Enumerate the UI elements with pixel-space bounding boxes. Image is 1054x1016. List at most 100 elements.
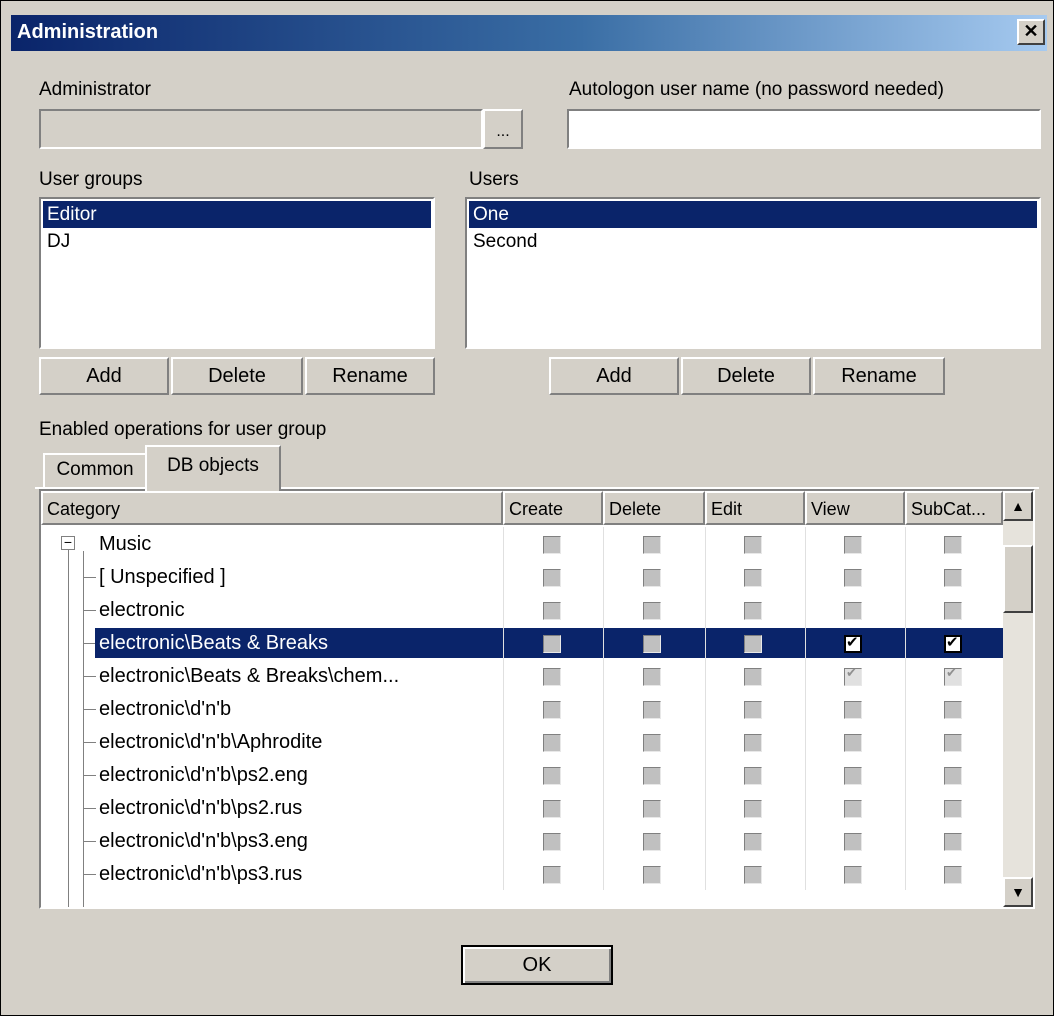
column-header-category[interactable]: Category bbox=[41, 491, 503, 525]
column-divider bbox=[603, 593, 604, 626]
delete-checkbox[interactable] bbox=[643, 569, 661, 587]
user-groups-add-button[interactable]: Add bbox=[39, 357, 169, 395]
edit-checkbox[interactable] bbox=[744, 536, 762, 554]
edit-checkbox[interactable] bbox=[744, 866, 762, 884]
delete-checkbox[interactable] bbox=[643, 866, 661, 884]
user-item[interactable]: One bbox=[469, 201, 1037, 228]
delete-checkbox[interactable] bbox=[643, 635, 661, 653]
user-groups-delete-button[interactable]: Delete bbox=[171, 357, 303, 395]
user-item[interactable]: Second bbox=[469, 228, 1037, 255]
create-checkbox[interactable] bbox=[543, 668, 561, 686]
subcat-checkbox[interactable] bbox=[944, 602, 962, 620]
grid-row[interactable]: [ Unspecified ] bbox=[41, 560, 1005, 593]
close-button[interactable]: ✕ bbox=[1017, 19, 1045, 45]
delete-checkbox[interactable] bbox=[643, 668, 661, 686]
edit-checkbox[interactable] bbox=[744, 701, 762, 719]
subcat-checkbox[interactable] bbox=[944, 833, 962, 851]
edit-checkbox[interactable] bbox=[744, 833, 762, 851]
ok-button[interactable]: OK bbox=[461, 945, 613, 985]
grid-row[interactable]: electronic\Beats & Breaks bbox=[41, 626, 1007, 659]
grid-row[interactable]: electronic\d'n'b\ps3.eng bbox=[41, 824, 1005, 857]
grid-row[interactable]: electronic\Beats & Breaks\chem... bbox=[41, 659, 1005, 692]
edit-checkbox[interactable] bbox=[744, 635, 762, 653]
view-checkbox[interactable] bbox=[844, 666, 862, 686]
subcat-checkbox[interactable] bbox=[944, 734, 962, 752]
tab-common[interactable]: Common bbox=[43, 453, 147, 487]
subcat-checkbox[interactable] bbox=[944, 866, 962, 884]
subcat-checkbox[interactable] bbox=[944, 536, 962, 554]
edit-checkbox[interactable] bbox=[744, 668, 762, 686]
subcat-checkbox[interactable] bbox=[944, 701, 962, 719]
delete-checkbox[interactable] bbox=[643, 767, 661, 785]
grid-row[interactable]: electronic\d'n'b\ps2.eng bbox=[41, 758, 1005, 791]
column-divider bbox=[905, 857, 906, 890]
view-checkbox[interactable] bbox=[844, 569, 862, 587]
view-checkbox[interactable] bbox=[844, 833, 862, 851]
grid-row[interactable]: electronic\d'n'b\ps2.rus bbox=[41, 791, 1005, 824]
delete-checkbox[interactable] bbox=[643, 701, 661, 719]
delete-checkbox[interactable] bbox=[643, 833, 661, 851]
create-checkbox[interactable] bbox=[543, 569, 561, 587]
subcat-checkbox[interactable] bbox=[944, 569, 962, 587]
create-checkbox[interactable] bbox=[543, 767, 561, 785]
column-header-delete[interactable]: Delete bbox=[603, 491, 705, 525]
column-divider bbox=[705, 758, 706, 791]
create-checkbox[interactable] bbox=[543, 833, 561, 851]
user-group-item[interactable]: Editor bbox=[43, 201, 431, 228]
delete-checkbox[interactable] bbox=[643, 800, 661, 818]
users-delete-button[interactable]: Delete bbox=[681, 357, 811, 395]
create-checkbox[interactable] bbox=[543, 701, 561, 719]
grid-row[interactable]: electronic bbox=[41, 593, 1005, 626]
users-add-button[interactable]: Add bbox=[549, 357, 679, 395]
create-checkbox[interactable] bbox=[543, 866, 561, 884]
column-header-view[interactable]: View bbox=[805, 491, 905, 525]
edit-checkbox[interactable] bbox=[744, 602, 762, 620]
edit-checkbox[interactable] bbox=[744, 767, 762, 785]
view-checkbox[interactable] bbox=[844, 866, 862, 884]
column-divider bbox=[705, 593, 706, 626]
create-checkbox[interactable] bbox=[543, 734, 561, 752]
scroll-down-button[interactable]: ▼ bbox=[1003, 877, 1033, 907]
column-divider bbox=[805, 857, 806, 890]
view-checkbox[interactable] bbox=[844, 767, 862, 785]
grid-row[interactable]: electronic\d'n'b\Aphrodite bbox=[41, 725, 1005, 758]
view-checkbox[interactable] bbox=[844, 536, 862, 554]
view-checkbox[interactable] bbox=[844, 701, 862, 719]
users-rename-button[interactable]: Rename bbox=[813, 357, 945, 395]
grid-row[interactable]: − Music bbox=[41, 527, 1005, 560]
vertical-scrollbar[interactable]: ▲ ▼ bbox=[1003, 491, 1033, 907]
view-checkbox[interactable] bbox=[844, 602, 862, 620]
user-group-item[interactable]: DJ bbox=[43, 228, 431, 255]
subcat-checkbox[interactable] bbox=[944, 800, 962, 818]
user-groups-rename-button[interactable]: Rename bbox=[305, 357, 435, 395]
user-groups-list[interactable]: Editor DJ bbox=[39, 197, 435, 349]
subcat-checkbox[interactable] bbox=[944, 633, 962, 653]
create-checkbox[interactable] bbox=[543, 602, 561, 620]
subcat-checkbox[interactable] bbox=[944, 767, 962, 785]
column-header-subcat[interactable]: SubCat... bbox=[905, 491, 1003, 525]
delete-checkbox[interactable] bbox=[643, 602, 661, 620]
view-checkbox[interactable] bbox=[844, 800, 862, 818]
column-header-create[interactable]: Create bbox=[503, 491, 603, 525]
create-checkbox[interactable] bbox=[543, 635, 561, 653]
edit-checkbox[interactable] bbox=[744, 800, 762, 818]
users-list[interactable]: One Second bbox=[465, 197, 1041, 349]
tab-db-objects[interactable]: DB objects bbox=[145, 445, 281, 491]
delete-checkbox[interactable] bbox=[643, 536, 661, 554]
autologon-input[interactable] bbox=[567, 109, 1041, 149]
scroll-up-button[interactable]: ▲ bbox=[1003, 491, 1033, 521]
grid-row[interactable]: electronic\d'n'b bbox=[41, 692, 1005, 725]
collapse-icon[interactable]: − bbox=[61, 535, 75, 550]
create-checkbox[interactable] bbox=[543, 536, 561, 554]
view-checkbox[interactable] bbox=[844, 734, 862, 752]
scroll-thumb[interactable] bbox=[1003, 545, 1033, 613]
create-checkbox[interactable] bbox=[543, 800, 561, 818]
column-header-edit[interactable]: Edit bbox=[705, 491, 805, 525]
edit-checkbox[interactable] bbox=[744, 734, 762, 752]
administrator-browse-button[interactable]: ... bbox=[483, 109, 523, 149]
subcat-checkbox[interactable] bbox=[944, 666, 962, 686]
grid-row[interactable]: electronic\d'n'b\ps3.rus bbox=[41, 857, 1005, 890]
view-checkbox[interactable] bbox=[844, 633, 862, 653]
edit-checkbox[interactable] bbox=[744, 569, 762, 587]
delete-checkbox[interactable] bbox=[643, 734, 661, 752]
